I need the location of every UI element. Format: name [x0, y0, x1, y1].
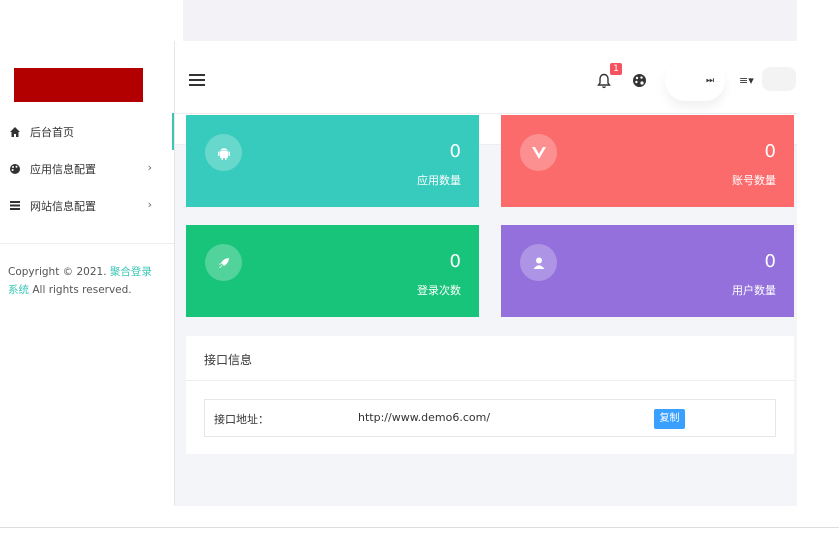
skip-forward-icon[interactable]: ⏭: [706, 76, 714, 86]
stat-card-accounts: 0 账号数量: [501, 115, 794, 207]
menu-toggle[interactable]: ≡▾: [739, 74, 754, 87]
sidebar: 后台首页 应用信息配置 › 网站信息配置 › Copyright © 2021.…: [0, 41, 175, 506]
home-icon: [8, 125, 22, 139]
sidebar-item-label: 后台首页: [30, 125, 74, 139]
notification-badge: 1: [610, 63, 622, 75]
palette-icon[interactable]: [632, 73, 647, 88]
sidebar-item-app-config[interactable]: 应用信息配置 ›: [0, 150, 174, 187]
bell-icon[interactable]: [597, 73, 611, 89]
api-row: 接口地址： http://www.demo6.com/ 复制: [204, 399, 776, 437]
vue-icon: [520, 134, 557, 171]
copyright-prefix: Copyright © 2021.: [8, 266, 107, 278]
api-label: 接口地址：: [214, 413, 269, 426]
stat-label: 账号数量: [732, 174, 776, 187]
user-icon: [520, 244, 557, 281]
palette-icon: [8, 162, 22, 176]
stat-label: 应用数量: [417, 174, 461, 187]
hamburger-icon[interactable]: [189, 74, 205, 86]
api-info-panel: 接口信息 接口地址： http://www.demo6.com/ 复制: [186, 336, 794, 454]
sidebar-item-label: 应用信息配置: [30, 162, 96, 176]
stat-label: 登录次数: [417, 284, 461, 297]
stat-value: 0: [764, 141, 776, 162]
user-avatar-area[interactable]: [665, 61, 725, 101]
stat-card-apps: 0 应用数量: [186, 115, 479, 207]
sidebar-divider: [0, 243, 174, 244]
list-icon: [8, 199, 22, 213]
blurred-area: [762, 67, 796, 91]
chevron-right-icon: ›: [147, 161, 152, 174]
android-icon: [205, 134, 242, 171]
stat-value: 0: [449, 141, 461, 162]
stat-card-logins: 0 登录次数: [186, 225, 479, 317]
copyright: Copyright © 2021. 聚合登录系统 All rights rese…: [8, 263, 158, 299]
chevron-right-icon: ›: [147, 198, 152, 211]
logo[interactable]: [14, 68, 143, 102]
top-strip: [183, 0, 797, 41]
header: 1 ⏭ ≡▾: [175, 41, 797, 114]
stat-label: 用户数量: [732, 284, 776, 297]
panel-title: 接口信息: [204, 353, 253, 367]
sidebar-item-label: 网站信息配置: [30, 199, 96, 213]
sidebar-item-site-config[interactable]: 网站信息配置 ›: [0, 187, 174, 224]
stat-value: 0: [764, 251, 776, 272]
stat-card-users: 0 用户数量: [501, 225, 794, 317]
sidebar-item-home[interactable]: 后台首页: [0, 113, 174, 150]
bottom-divider: [0, 527, 839, 528]
api-url: http://www.demo6.com/: [358, 411, 491, 424]
copyright-suffix: All rights reserved.: [32, 284, 132, 296]
sidebar-nav: 后台首页 应用信息配置 › 网站信息配置 ›: [0, 113, 174, 224]
copy-button[interactable]: 复制: [654, 409, 685, 429]
panel-divider: [186, 380, 794, 381]
stat-value: 0: [449, 251, 461, 272]
rocket-icon: [205, 244, 242, 281]
